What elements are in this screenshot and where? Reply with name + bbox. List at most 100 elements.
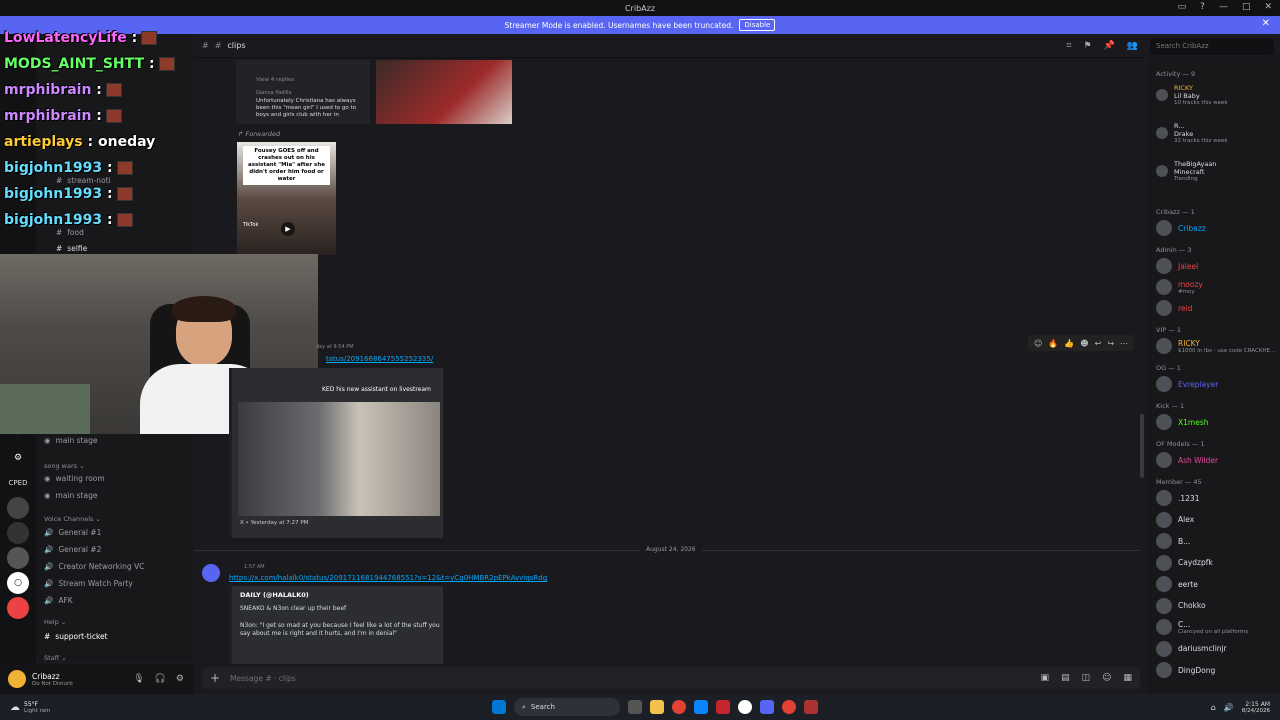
reply-count[interactable]: View 4 replies (256, 76, 370, 85)
maximize-button[interactable]: □ (1242, 2, 1251, 12)
voice-channel[interactable]: 🔊 General #2 (44, 545, 101, 554)
close-button[interactable]: ✕ (1264, 2, 1272, 12)
member-item[interactable]: Evreplayer (1156, 376, 1218, 392)
background-object (0, 384, 90, 434)
file-explorer-icon[interactable] (650, 700, 664, 714)
activity-item[interactable]: RICKY Lil Baby 10 tracks this week (1156, 84, 1228, 106)
category-voice-channels[interactable]: Voice Channels ⌄ (44, 515, 101, 523)
reply-icon[interactable]: ↩ (1095, 339, 1102, 348)
chrome-icon[interactable] (782, 700, 796, 714)
close-icon[interactable]: ✕ (1262, 18, 1270, 29)
member-item[interactable]: reid (1156, 300, 1192, 316)
member-item[interactable]: Chokko (1156, 597, 1206, 614)
app-icon[interactable] (716, 700, 730, 714)
embed-title[interactable]: KED his new assistant on livestream (322, 386, 431, 393)
headphones-icon[interactable]: 🎧 (155, 674, 166, 684)
category-song-wars[interactable]: song wars ⌄ (44, 462, 85, 470)
task-view-icon[interactable] (628, 700, 642, 714)
network-icon[interactable]: ⌂ (1211, 703, 1216, 712)
disable-streamer-mode-button[interactable]: Disable (739, 19, 776, 31)
category-staff[interactable]: Staff ⌄ (44, 654, 67, 662)
fire-reaction-icon[interactable]: 🔥 (1048, 339, 1058, 348)
gear-icon[interactable]: ⚙ (7, 447, 29, 469)
member-item[interactable]: Cribazz (1156, 220, 1206, 236)
message-link[interactable]: tatus/2091668647555252335/ (326, 355, 433, 363)
volume-icon[interactable]: 🔊 (1224, 703, 1234, 712)
channel-main-stage[interactable]: ◉ main stage (44, 436, 98, 445)
member-item[interactable]: .1231 (1156, 490, 1199, 506)
taskbar-search[interactable]: ⌕ Search (514, 698, 620, 716)
member-item[interactable]: dariusmclinjr (1156, 640, 1227, 657)
member-item[interactable]: eerte (1156, 576, 1198, 592)
server-icon[interactable] (7, 497, 29, 519)
channel-food[interactable]: # food (56, 228, 84, 237)
activity-item[interactable]: R... Drake 32 tracks this week (1156, 122, 1228, 144)
activity-item[interactable]: TheBigAyaan Minecraft Trending (1156, 160, 1216, 182)
emoji-icon[interactable]: ☺ (1102, 673, 1111, 683)
chat-scrollbar[interactable] (1140, 414, 1144, 478)
weather-widget[interactable]: ☁ 55°F Light rain (10, 701, 50, 714)
tiktok-video-thumbnail[interactable]: Fousey GOES off and crashes out on his a… (237, 142, 336, 255)
forward-icon[interactable]: ↪ (1107, 339, 1114, 348)
clock-time[interactable]: 2:15 AM (1242, 701, 1270, 708)
add-attachment-icon[interactable]: + (210, 671, 220, 685)
voice-channel[interactable]: 🔊 General #1 (44, 528, 101, 537)
voice-channel[interactable]: 🔊 Stream Watch Party (44, 579, 133, 588)
member-item[interactable]: X1mesh (1156, 414, 1209, 430)
member-item[interactable]: Alex (1156, 511, 1194, 528)
play-icon[interactable]: ▶ (281, 222, 295, 236)
avatar[interactable] (202, 564, 220, 582)
gear-icon[interactable]: ⚙ (176, 674, 184, 684)
clock-date[interactable]: 8/24/2026 (1242, 708, 1270, 714)
member-item[interactable]: Caydzpfk (1156, 554, 1213, 571)
emoji-reaction-icon[interactable]: ☺ (1034, 339, 1042, 348)
edge-icon[interactable] (694, 700, 708, 714)
message-input[interactable]: + Message # · clips ▣ ▤ ◫ ☺ ▦ (202, 667, 1140, 689)
member-item[interactable]: C... Clancyed on all platforms (1156, 619, 1248, 635)
channel-main-stage-2[interactable]: ◉ main stage (44, 491, 98, 500)
discord-icon[interactable] (760, 700, 774, 714)
gif-icon[interactable]: ▤ (1061, 673, 1070, 683)
sticker-icon[interactable]: ◫ (1082, 673, 1091, 683)
thumbs-up-icon[interactable]: 👍 (1064, 339, 1074, 348)
embed-image[interactable] (376, 60, 512, 124)
obs-icon[interactable] (738, 700, 752, 714)
more-icon[interactable]: ⋯ (1120, 339, 1128, 348)
app-icon[interactable] (804, 700, 818, 714)
threads-icon[interactable]: ⌗ (1066, 41, 1071, 51)
search-input[interactable]: Search CribAzz (1150, 38, 1274, 55)
microphone-icon[interactable]: 🎙 (133, 674, 144, 684)
member-item[interactable]: B... (1156, 533, 1190, 549)
member-item[interactable]: moozy #moy (1156, 279, 1203, 295)
message-link[interactable]: https://x.com/halalk0/status/20917116819… (229, 574, 547, 582)
embed-title[interactable]: DAILY (@HALALK0) (240, 591, 309, 599)
channel-selfie[interactable]: # selfie (56, 244, 87, 253)
members-icon[interactable]: 👥 (1127, 41, 1138, 51)
channel-stream-noti[interactable]: # stream-noti (56, 176, 111, 185)
member-item[interactable]: Jaleel (1156, 258, 1198, 274)
voice-channel[interactable]: 🔊 AFK (44, 596, 73, 605)
channel-support-ticket[interactable]: # support-ticket (44, 632, 108, 641)
embed-image[interactable] (238, 402, 440, 516)
apps-icon[interactable]: ▦ (1123, 673, 1132, 683)
add-reaction-icon[interactable]: ☻ (1080, 339, 1088, 348)
channel-waiting-room[interactable]: ◉ waiting room (44, 474, 105, 483)
server-icon[interactable] (7, 597, 29, 619)
member-item[interactable]: RICKY $1000 in lbs - use code CRACKHE... (1156, 338, 1275, 354)
category-help[interactable]: Help ⌄ (44, 618, 66, 626)
pin-icon[interactable]: 📌 (1104, 41, 1115, 51)
gift-icon[interactable]: ▣ (1041, 673, 1050, 683)
server-icon[interactable] (7, 547, 29, 569)
member-item[interactable]: DingDong (1156, 662, 1215, 678)
inbox-icon[interactable]: ▭ (1178, 2, 1187, 12)
notification-icon[interactable]: ⚑ (1083, 41, 1091, 51)
avatar[interactable] (8, 670, 26, 688)
start-button[interactable] (492, 700, 506, 714)
minimize-button[interactable]: — (1219, 2, 1228, 12)
member-item[interactable]: Ash Wilder (1156, 452, 1218, 468)
help-icon[interactable]: ? (1200, 2, 1205, 12)
voice-channel[interactable]: 🔊 Creator Networking VC (44, 562, 144, 571)
server-icon[interactable]: ○ (7, 572, 29, 594)
chrome-icon[interactable] (672, 700, 686, 714)
server-icon[interactable] (7, 522, 29, 544)
